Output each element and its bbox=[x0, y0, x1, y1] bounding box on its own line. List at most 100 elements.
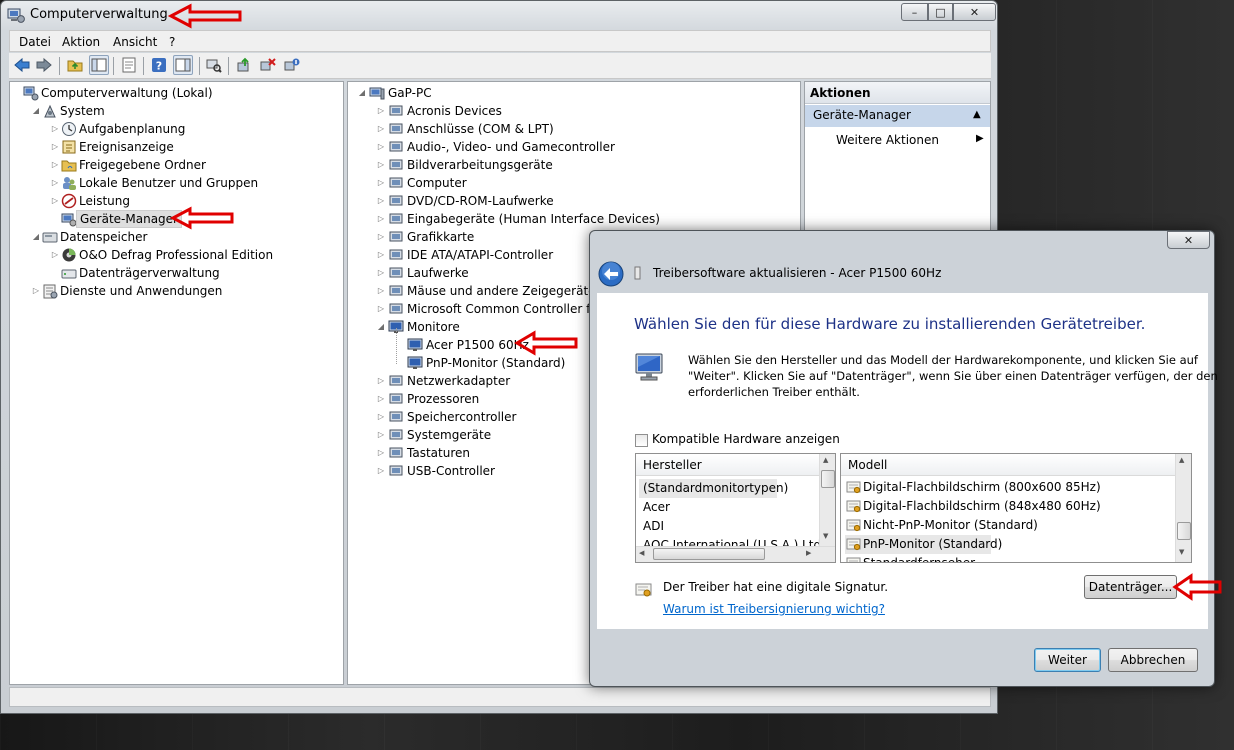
collapse-triangle-icon[interactable]: ◢ bbox=[376, 318, 386, 336]
expand-triangle-icon[interactable]: ▷ bbox=[376, 264, 386, 282]
device-category-item[interactable]: ▷ Bildverarbeitungsgeräte bbox=[348, 156, 798, 174]
dialog-back-button[interactable] bbox=[598, 261, 624, 287]
expand-triangle-icon[interactable]: ▷ bbox=[376, 138, 386, 156]
collapse-triangle-icon[interactable]: ◢ bbox=[357, 84, 367, 102]
expand-triangle-icon[interactable]: ▷ bbox=[376, 192, 386, 210]
scroll-right-icon[interactable]: ▶ bbox=[806, 549, 811, 557]
expand-triangle-icon[interactable]: ▷ bbox=[376, 300, 386, 318]
expand-triangle-icon[interactable]: ▷ bbox=[376, 228, 386, 246]
device-category-item[interactable]: ▷ Eingabegeräte (Human Interface Devices) bbox=[348, 210, 798, 228]
minimize-button[interactable]: – bbox=[901, 3, 928, 21]
expand-triangle-icon[interactable]: ▷ bbox=[376, 390, 386, 408]
model-item[interactable]: Nicht-PnP-Monitor (Standard) bbox=[845, 516, 1175, 535]
close-button[interactable]: ✕ bbox=[953, 3, 996, 21]
actions-section-geraete-manager[interactable]: Geräte-Manager ▲ bbox=[805, 105, 990, 127]
menu-aktion[interactable]: Aktion bbox=[62, 31, 100, 53]
scroll-thumb[interactable] bbox=[821, 470, 835, 488]
help-button[interactable]: ? bbox=[149, 55, 169, 75]
manufacturer-item[interactable]: Acer bbox=[643, 498, 670, 517]
hscroll-thumb[interactable] bbox=[653, 548, 765, 560]
expand-triangle-icon[interactable]: ▷ bbox=[50, 246, 60, 264]
dialog-close-button[interactable]: ✕ bbox=[1167, 231, 1210, 249]
scroll-left-icon[interactable]: ◀ bbox=[639, 549, 644, 557]
console-tree-item[interactable]: ◢ System bbox=[10, 102, 340, 120]
collapse-up-icon[interactable]: ▲ bbox=[973, 109, 981, 120]
console-tree-item[interactable]: ▷ O&O Defrag Professional Edition bbox=[10, 246, 340, 264]
expand-triangle-icon[interactable]: ▷ bbox=[50, 156, 60, 174]
console-tree-item[interactable]: ▷ Dienste und Anwendungen bbox=[10, 282, 340, 300]
expand-triangle-icon[interactable]: ▷ bbox=[376, 120, 386, 138]
model-vscroll[interactable]: ▲ ▼ bbox=[1175, 454, 1191, 562]
device-category-item[interactable]: ▷ Anschlüsse (COM & LPT) bbox=[348, 120, 798, 138]
console-tree-item[interactable]: Computerverwaltung (Lokal) bbox=[10, 84, 340, 102]
device-tree-root[interactable]: ◢ GaP-PC bbox=[348, 84, 798, 102]
expand-triangle-icon[interactable]: ▷ bbox=[376, 246, 386, 264]
expand-triangle-icon[interactable]: ▷ bbox=[376, 462, 386, 480]
expand-triangle-icon[interactable]: ▷ bbox=[376, 408, 386, 426]
scroll-thumb[interactable] bbox=[1177, 522, 1191, 540]
expand-triangle-icon[interactable]: ▷ bbox=[376, 426, 386, 444]
device-category-item[interactable]: ▷ Acronis Devices bbox=[348, 102, 798, 120]
expand-triangle-icon[interactable]: ▷ bbox=[376, 156, 386, 174]
maximize-button[interactable]: □ bbox=[928, 3, 953, 21]
model-item[interactable]: Digital-Flachbildschirm (800x600 85Hz) bbox=[845, 478, 1175, 497]
up-level-button[interactable] bbox=[65, 55, 85, 75]
model-item[interactable]: Digital-Flachbildschirm (848x480 60Hz) bbox=[845, 497, 1175, 516]
model-header[interactable]: Modell bbox=[841, 454, 1175, 476]
back-button[interactable] bbox=[12, 55, 32, 75]
scroll-up-icon[interactable]: ▲ bbox=[1179, 456, 1184, 464]
manufacturer-hscroll[interactable]: ◀ ▶ bbox=[636, 546, 835, 562]
show-console-tree-button[interactable] bbox=[89, 55, 109, 75]
collapse-triangle-icon[interactable]: ◢ bbox=[31, 102, 41, 120]
menu-ansicht[interactable]: Ansicht bbox=[113, 31, 157, 53]
expand-triangle-icon[interactable]: ▷ bbox=[376, 102, 386, 120]
manufacturer-header[interactable]: Hersteller bbox=[636, 454, 819, 476]
expand-triangle-icon[interactable]: ▷ bbox=[376, 174, 386, 192]
device-category-item[interactable]: ▷ Audio-, Video- und Gamecontroller bbox=[348, 138, 798, 156]
expand-triangle-icon[interactable]: ▷ bbox=[376, 372, 386, 390]
update-driver-button[interactable] bbox=[234, 55, 254, 75]
console-tree-item[interactable]: Datenträgerverwaltung bbox=[10, 264, 340, 282]
manufacturer-item-selected[interactable]: (Standardmonitortypen) bbox=[639, 479, 788, 498]
menu-datei[interactable]: Datei bbox=[19, 31, 51, 53]
next-button[interactable]: Weiter bbox=[1034, 648, 1101, 672]
manufacturer-list[interactable]: Hersteller (Standardmonitortypen) Acer A… bbox=[635, 453, 836, 563]
expand-triangle-icon[interactable]: ▷ bbox=[50, 120, 60, 138]
console-tree-item[interactable]: ▷ Aufgabenplanung bbox=[10, 120, 340, 138]
scroll-up-icon[interactable]: ▲ bbox=[823, 456, 828, 464]
manufacturer-item[interactable]: ADI bbox=[643, 517, 664, 536]
scan-hardware-button[interactable] bbox=[204, 55, 224, 75]
expand-triangle-icon[interactable]: ▷ bbox=[50, 174, 60, 192]
uninstall-device-button[interactable] bbox=[258, 55, 278, 75]
properties-button[interactable] bbox=[119, 55, 139, 75]
model-list[interactable]: Modell Digital-Flachbildschirm (800x600 … bbox=[840, 453, 1192, 563]
model-item[interactable]: PnP-Monitor (Standard) bbox=[845, 535, 1002, 554]
expand-triangle-icon[interactable]: ▷ bbox=[376, 444, 386, 462]
expand-triangle-icon[interactable]: ▷ bbox=[50, 192, 60, 210]
expand-triangle-icon[interactable]: ▷ bbox=[50, 138, 60, 156]
model-item[interactable]: Standardfernseher bbox=[845, 554, 1175, 562]
signature-info-link[interactable]: Warum ist Treibersignierung wichtig? bbox=[663, 602, 885, 616]
menu-help[interactable]: ? bbox=[169, 31, 175, 53]
expand-triangle-icon[interactable]: ▷ bbox=[31, 282, 41, 300]
device-category-item[interactable]: ▷ Computer bbox=[348, 174, 798, 192]
forward-button[interactable] bbox=[34, 55, 54, 75]
expand-triangle-icon[interactable]: ▷ bbox=[376, 210, 386, 228]
console-tree-item[interactable]: ▷ Freigegebene Ordner bbox=[10, 156, 340, 174]
device-tree-label: Systemgeräte bbox=[407, 428, 492, 442]
device-category-item[interactable]: ▷ DVD/CD-ROM-Laufwerke bbox=[348, 192, 798, 210]
console-tree-item[interactable]: ▷ Ereignisanzeige bbox=[10, 138, 340, 156]
manufacturer-vscroll[interactable]: ▲ ▼ bbox=[819, 454, 835, 546]
expand-triangle-icon[interactable]: ▷ bbox=[376, 282, 386, 300]
compatible-hardware-checkbox[interactable] bbox=[635, 434, 648, 447]
console-tree-item[interactable]: ▷ Lokale Benutzer und Gruppen bbox=[10, 174, 340, 192]
cancel-button[interactable]: Abbrechen bbox=[1108, 648, 1198, 672]
have-disk-button[interactable]: Datenträger... bbox=[1084, 575, 1177, 599]
show-action-pane-button[interactable] bbox=[173, 55, 193, 75]
collapse-triangle-icon[interactable]: ◢ bbox=[31, 228, 41, 246]
actions-more-actions[interactable]: Weitere Aktionen ▶ bbox=[805, 129, 990, 151]
console-tree-item[interactable]: ◢ Datenspeicher bbox=[10, 228, 340, 246]
disable-device-button[interactable] bbox=[282, 55, 302, 75]
scroll-down-icon[interactable]: ▼ bbox=[1179, 548, 1184, 556]
scroll-down-icon[interactable]: ▼ bbox=[823, 532, 828, 540]
